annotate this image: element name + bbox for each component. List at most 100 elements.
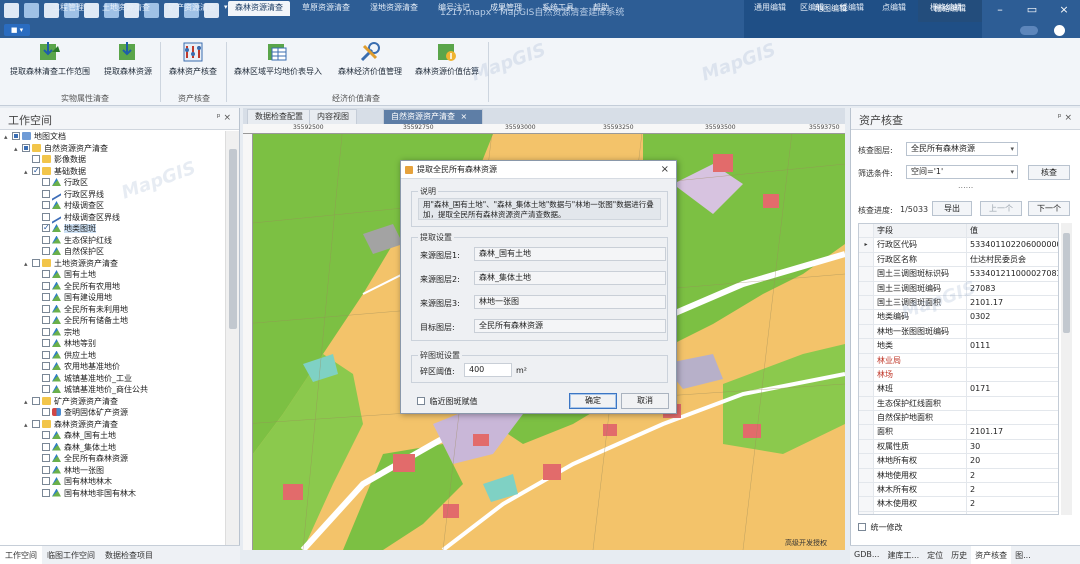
tab-land[interactable]: 土地资源清查 bbox=[98, 1, 154, 16]
sliver-threshold-input[interactable]: 400 bbox=[464, 363, 512, 377]
layer-visibility-checkbox[interactable] bbox=[42, 373, 50, 382]
layer-visibility-checkbox[interactable] bbox=[42, 442, 50, 451]
layer-tree-item[interactable]: 查明固体矿产资源 bbox=[0, 407, 226, 419]
grid-scrollbar[interactable] bbox=[1061, 223, 1072, 515]
layer-tree-item[interactable]: 国有土地 bbox=[0, 269, 226, 281]
help-circle-icon[interactable] bbox=[1054, 25, 1065, 36]
layer-tree-item[interactable]: 供应土地 bbox=[0, 350, 226, 362]
tab-locate[interactable]: 定位 bbox=[923, 546, 947, 564]
layer-visibility-checkbox[interactable] bbox=[42, 488, 50, 497]
layer-tree-item[interactable]: ▴ 森林资源资产清查 bbox=[0, 419, 226, 431]
attribute-row[interactable]: 国土三调图斑编码 27083 bbox=[859, 281, 1058, 296]
layer-tree-item[interactable]: 生态保护红线 bbox=[0, 235, 226, 247]
attribute-field-value[interactable]: 仕达村民委员会 bbox=[967, 253, 1058, 266]
layer-visibility-checkbox[interactable] bbox=[42, 431, 50, 439]
attribute-row[interactable]: 林地所有权 20 bbox=[859, 454, 1058, 469]
attribute-field-value[interactable] bbox=[967, 354, 1058, 367]
attribute-field-value[interactable] bbox=[967, 411, 1058, 424]
prev-button[interactable]: 上一个 bbox=[980, 201, 1022, 216]
layer-tree-item[interactable]: 地类图斑 bbox=[0, 222, 226, 235]
tab-gdb[interactable]: GDB... bbox=[850, 546, 883, 564]
layer-visibility-checkbox[interactable] bbox=[42, 350, 50, 359]
layer-tree-item[interactable]: 林地等别 bbox=[0, 338, 226, 350]
app-icon[interactable] bbox=[4, 3, 19, 18]
layer-tree-item[interactable]: 农用地基准地价 bbox=[0, 361, 226, 373]
scroll-thumb[interactable] bbox=[229, 149, 237, 329]
attribute-row[interactable]: 地类编码 0302 bbox=[859, 310, 1058, 325]
theme-toggle[interactable] bbox=[1020, 26, 1038, 35]
attribute-field-value[interactable]: 2101.17 bbox=[967, 296, 1058, 309]
layer-visibility-checkbox[interactable] bbox=[42, 454, 50, 462]
layer-visibility-checkbox[interactable] bbox=[32, 419, 40, 428]
attribute-field-value[interactable]: 533401211000027083 bbox=[967, 267, 1058, 280]
layer-visibility-checkbox[interactable] bbox=[42, 178, 50, 186]
layer-visibility-checkbox[interactable] bbox=[42, 201, 50, 209]
tab-wetland[interactable]: 湿地资源清查 bbox=[366, 1, 422, 16]
layer-visibility-checkbox[interactable] bbox=[42, 293, 50, 301]
attribute-field-value[interactable]: 2 bbox=[967, 469, 1058, 482]
forest-economic-value-button[interactable]: 森林经济价值管理 bbox=[334, 40, 406, 77]
tab-data-check[interactable]: 数据检查项目 bbox=[100, 546, 158, 564]
tab-area-edit[interactable]: 区编辑 bbox=[796, 1, 828, 16]
attribute-field-value[interactable]: 2 bbox=[967, 483, 1058, 496]
attribute-field-value[interactable]: 27083 bbox=[967, 282, 1058, 295]
attribute-field-value[interactable]: 2 bbox=[967, 497, 1058, 510]
layer-tree-item[interactable]: 村级调查区 bbox=[0, 200, 226, 212]
layer-tree-item[interactable]: ▴基础数据 bbox=[0, 165, 226, 178]
attribute-field-value[interactable] bbox=[967, 325, 1058, 338]
dialog-close-icon[interactable]: × bbox=[661, 161, 669, 178]
layer-visibility-checkbox[interactable] bbox=[42, 189, 50, 198]
attribute-row[interactable]: 林业局 bbox=[859, 353, 1058, 368]
adjacent-assign-checkbox[interactable] bbox=[417, 397, 425, 405]
layer-tree-item[interactable]: 全民所有储备土地 bbox=[0, 315, 226, 327]
attribute-row[interactable]: 林木所有权 2 bbox=[859, 483, 1058, 498]
adjacent-assign-option[interactable]: 临近图斑赋值 bbox=[417, 396, 478, 407]
layer-visibility-checkbox[interactable] bbox=[42, 477, 50, 485]
layer-visibility-checkbox[interactable] bbox=[42, 408, 50, 416]
panel-pin-close[interactable]: ᵖ × bbox=[1058, 113, 1072, 123]
layer-tree-item[interactable]: ▴ 矿产资源资产清查 bbox=[0, 396, 226, 408]
tab-raster-edit[interactable]: 栅格编辑 bbox=[924, 1, 968, 16]
attribute-row[interactable]: 林场 bbox=[859, 367, 1058, 383]
attribute-row[interactable]: 林班 0171 bbox=[859, 382, 1058, 397]
extract-forest-resource-button[interactable]: 提取森林资源 bbox=[100, 40, 156, 77]
source-layer-2-field[interactable]: 森林_集体土地 bbox=[474, 271, 666, 285]
attribute-field-value[interactable]: 0111 bbox=[967, 339, 1058, 352]
layer-tree-item[interactable]: 自然保护区 bbox=[0, 246, 226, 258]
filter-input[interactable]: 空间='1' ▾ bbox=[906, 165, 1018, 179]
layer-tree-item[interactable]: 城镇基准地价_工业 bbox=[0, 373, 226, 385]
attribute-row[interactable]: 行政区名称 仕达村民委员会 bbox=[859, 252, 1058, 268]
attribute-row[interactable]: 林地使用权 2 bbox=[859, 468, 1058, 484]
tab-layers[interactable]: 图... bbox=[1011, 546, 1035, 564]
layer-visibility-checkbox[interactable] bbox=[32, 396, 40, 405]
layer-tree-item[interactable]: 全民所有森林资源 bbox=[0, 453, 226, 465]
layer-visibility-checkbox[interactable] bbox=[12, 132, 20, 140]
layer-visibility-checkbox[interactable] bbox=[42, 304, 50, 313]
minimize-icon[interactable]: – bbox=[984, 0, 1016, 22]
tab-mineral[interactable]: 矿产资源清查 bbox=[164, 1, 220, 16]
layer-visibility-checkbox[interactable] bbox=[42, 465, 50, 474]
layer-tree-item[interactable]: 全民所有农用地 bbox=[0, 281, 226, 293]
tab-point-edit[interactable]: 点编辑 bbox=[878, 1, 910, 16]
layer-tree-item[interactable]: 全民所有未利用地 bbox=[0, 304, 226, 316]
layer-tree-item[interactable]: 国有建设用地 bbox=[0, 292, 226, 304]
forest-asset-check-button[interactable]: 森林资产核查 bbox=[164, 40, 222, 77]
import-land-price-button[interactable]: 森林区域平均地价表导入 bbox=[230, 40, 326, 77]
layer-tree-item[interactable]: 行政区 bbox=[0, 177, 226, 189]
export-button[interactable]: 导出 bbox=[932, 201, 972, 216]
layer-tree-item[interactable]: 行政区界线 bbox=[0, 188, 226, 201]
layer-tree-item[interactable]: ▴ 地图文档 bbox=[0, 131, 226, 143]
maximize-icon[interactable]: ▭ bbox=[1016, 0, 1048, 22]
layer-visibility-checkbox[interactable] bbox=[42, 316, 50, 324]
tab-temp-workspace[interactable]: 临图工作空间 bbox=[42, 546, 100, 564]
layer-tree-item[interactable]: ▴ 自然资源资产清查 bbox=[0, 143, 226, 155]
layer-visibility-checkbox[interactable] bbox=[32, 155, 40, 163]
layer-tree-item[interactable]: 森林_国有土地 bbox=[0, 430, 226, 442]
layer-visibility-checkbox[interactable] bbox=[42, 270, 50, 278]
file-menu-button[interactable]: ■ ▾ bbox=[4, 24, 30, 36]
source-layer-3-field[interactable]: 林地一张图 bbox=[474, 295, 666, 309]
forest-value-estimate-button[interactable]: 森林资源价值估算 bbox=[412, 40, 482, 77]
layer-visibility-checkbox[interactable] bbox=[42, 385, 50, 393]
grid-header-field[interactable]: 字段 bbox=[874, 224, 967, 238]
next-button[interactable]: 下一个 bbox=[1028, 201, 1070, 216]
